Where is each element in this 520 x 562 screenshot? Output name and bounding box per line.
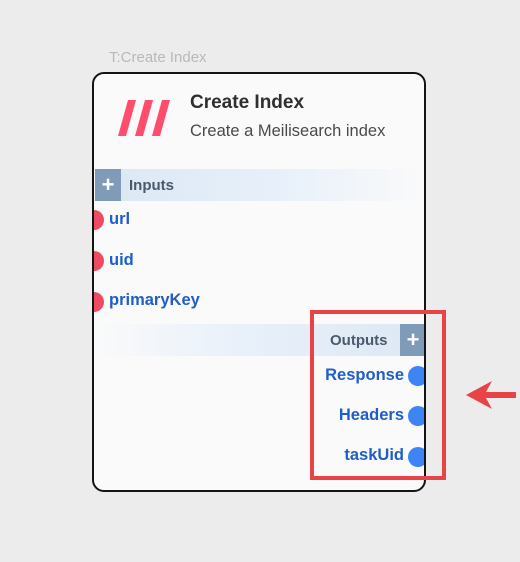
input-label-uid: uid (109, 251, 134, 269)
pointer-arrow-icon (466, 381, 516, 409)
outputs-highlight-box (310, 310, 446, 480)
meilisearch-logo-icon (118, 100, 170, 136)
input-port-uid[interactable] (94, 251, 104, 271)
input-label-url: url (109, 210, 131, 228)
node-title: Create Index (190, 92, 305, 113)
input-label-primarykey: primaryKey (109, 291, 200, 309)
inputs-label: Inputs (129, 177, 174, 194)
input-port-url[interactable] (94, 210, 104, 230)
input-port-primarykey[interactable] (94, 292, 104, 312)
add-input-button[interactable]: + (95, 169, 121, 201)
node-description: Create a Meilisearch index (190, 122, 386, 140)
node-caption: T:Create Index (109, 49, 207, 66)
inputs-section-header: + Inputs (95, 169, 424, 201)
